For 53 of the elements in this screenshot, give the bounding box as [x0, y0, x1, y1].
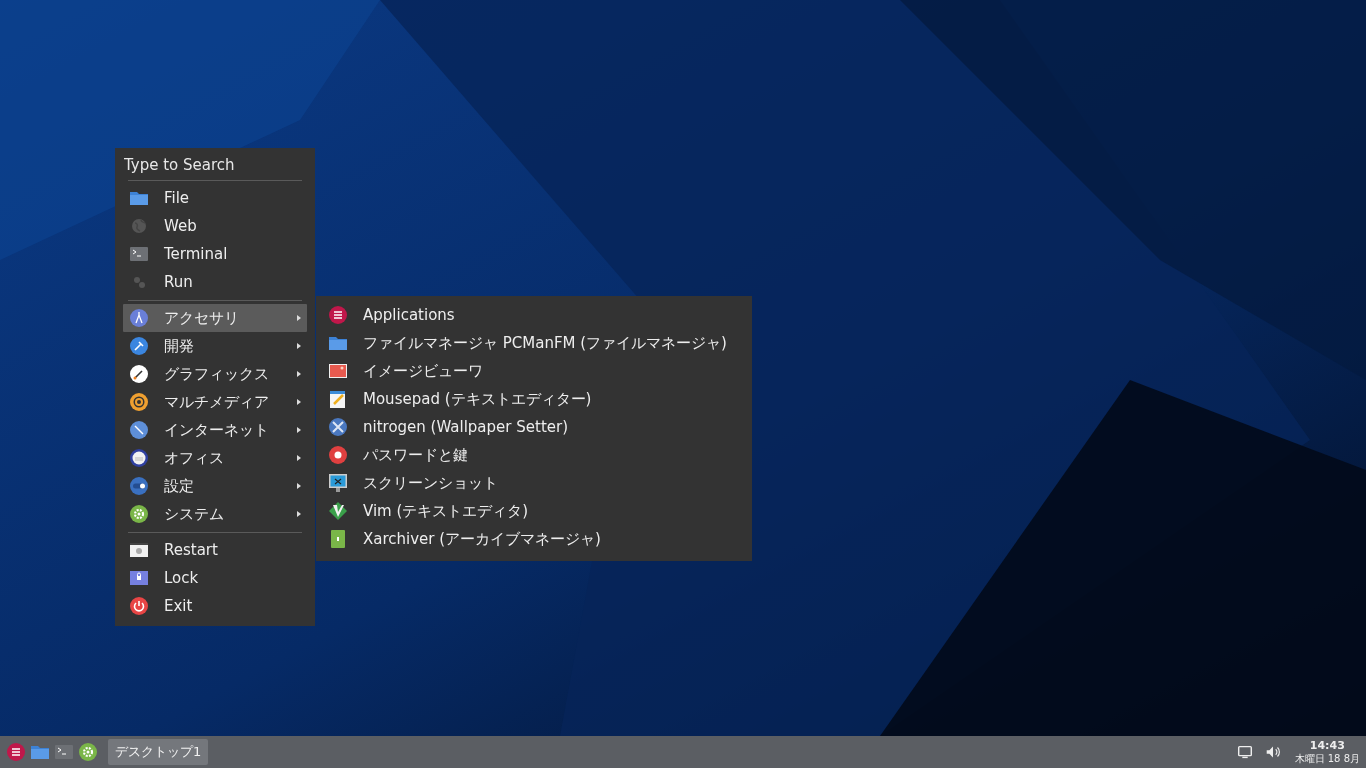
screenshot-icon	[328, 473, 348, 493]
restart-icon	[129, 540, 149, 560]
menu-item[interactable]: パスワードと鍵	[322, 441, 746, 469]
record-icon	[328, 445, 348, 465]
menu-item[interactable]: 設定	[123, 472, 307, 500]
compass-icon	[129, 308, 149, 328]
menu-item[interactable]: Exit	[123, 592, 307, 620]
gear-icon	[78, 742, 98, 762]
menu-icon	[6, 742, 26, 762]
menu-item[interactable]: ファイルマネージャ PCManFM (ファイルマネージャ)	[322, 329, 746, 357]
menu-item[interactable]: Vim (テキストエディタ)	[322, 497, 746, 525]
terminal-icon	[129, 244, 149, 264]
menu-item[interactable]: マルチメディア	[123, 388, 307, 416]
archive-icon	[328, 529, 348, 549]
wallpaper-icon	[328, 417, 348, 437]
palette-icon	[129, 364, 149, 384]
menu-item[interactable]: Applications	[322, 301, 746, 329]
menu-item[interactable]: Run	[123, 268, 307, 296]
menu-item[interactable]: Mousepad (テキストエディター)	[322, 385, 746, 413]
menu-item[interactable]: Xarchiver (アーカイブマネージャ)	[322, 525, 746, 553]
menu-item[interactable]: 開発	[123, 332, 307, 360]
monitor-icon	[1235, 743, 1254, 761]
menu-item[interactable]: Restart	[123, 536, 307, 564]
menu-item[interactable]: グラフィックス	[123, 360, 307, 388]
lock-icon	[129, 568, 149, 588]
globe-icon	[129, 216, 149, 236]
menu-item[interactable]: nitrogen (Wallpaper Setter)	[322, 413, 746, 441]
menu-item[interactable]: スクリーンショット	[322, 469, 746, 497]
image-icon	[328, 361, 348, 381]
terminal-icon	[54, 742, 74, 762]
clock-date: 木曜日 18 8月	[1294, 752, 1360, 764]
needle-icon	[129, 420, 149, 440]
vim-icon	[328, 501, 348, 521]
hammer-icon	[129, 336, 149, 356]
speaker-icon	[129, 392, 149, 412]
document-icon	[129, 448, 149, 468]
menu-item[interactable]: アクセサリ	[123, 304, 307, 332]
toggle-icon	[129, 476, 149, 496]
menu-item[interactable]: File	[123, 184, 307, 212]
gear-icon	[129, 504, 149, 524]
clock-time: 14:43	[1309, 740, 1345, 753]
menu-item[interactable]: イメージビューワ	[322, 357, 746, 385]
menu-icon	[328, 305, 348, 325]
menu-item[interactable]: オフィス	[123, 444, 307, 472]
notepad-icon	[328, 389, 348, 409]
menu-item[interactable]: システム	[123, 500, 307, 528]
menu-item[interactable]: インターネット	[123, 416, 307, 444]
menu-item[interactable]: Terminal	[123, 240, 307, 268]
power-icon	[129, 596, 149, 616]
search-field[interactable]: Type to Search	[115, 154, 315, 176]
workspace-button[interactable]: デスクトップ1	[108, 739, 209, 765]
menu-item[interactable]: Lock	[123, 564, 307, 592]
menu-item[interactable]: Web	[123, 212, 307, 240]
